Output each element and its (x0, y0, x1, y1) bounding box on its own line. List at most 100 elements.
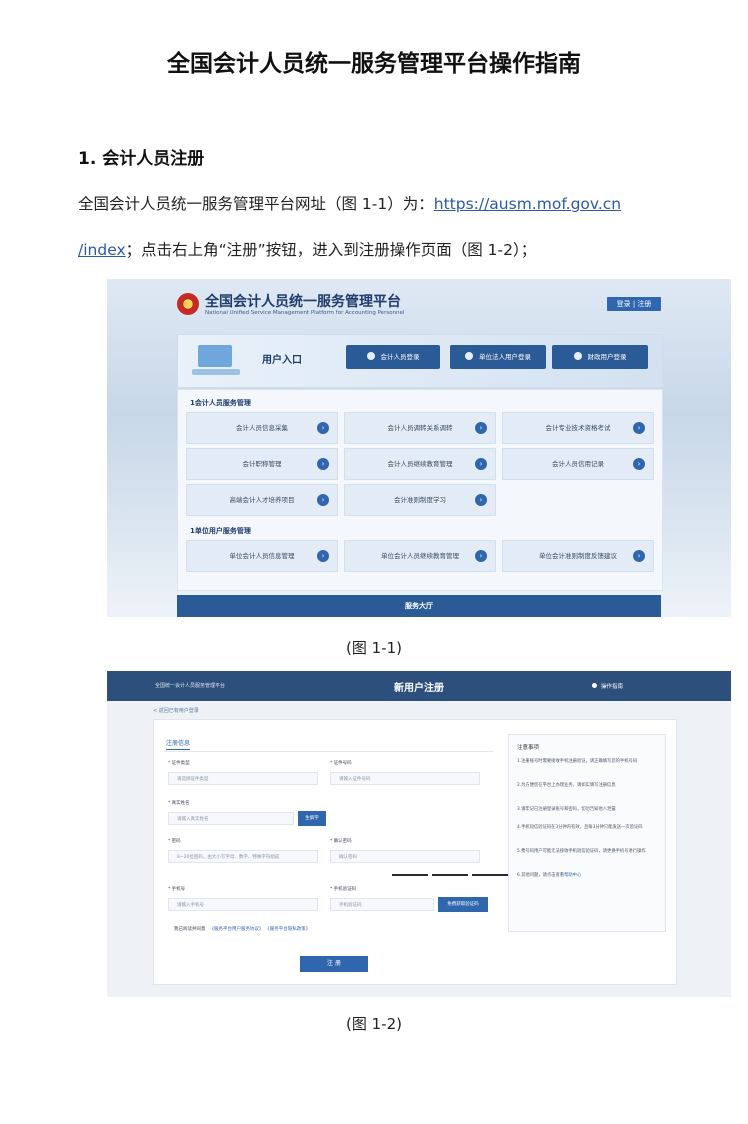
service-tile[interactable]: 会计人员信息采集 › (186, 412, 338, 444)
arrow-right-icon: › (317, 494, 329, 506)
tile-label: 会计准则制度学习 (394, 496, 446, 504)
button-label: 财政用户登录 (587, 353, 627, 361)
id-number-label: * 证件号码 (330, 761, 352, 766)
group-title-unit: 1单位用户服务管理 (190, 527, 251, 535)
phone-label: * 手机号 (168, 887, 186, 892)
service-agreement-link[interactable]: 《服务平台用户服务协议》 (210, 927, 264, 932)
password-input[interactable]: 8~20位密码，由大小写字母、数字、特殊字符组成 (168, 850, 318, 863)
arrow-right-icon: › (317, 458, 329, 470)
button-label: 会计人员登录 (380, 353, 420, 361)
divider (164, 751, 494, 752)
arrow-right-icon: › (475, 494, 487, 506)
arrow-right-icon: › (633, 422, 645, 434)
tile-label: 会计人员信用记录 (552, 460, 604, 468)
service-tile[interactable]: 会计专业技术资格考试 › (502, 412, 654, 444)
finance-login-button[interactable]: 财政用户登录 (552, 345, 648, 369)
document-title: 全国会计人员统一服务管理平台操作指南 (167, 51, 581, 77)
figure-caption-2: (图 1-2) (346, 1015, 402, 1033)
tile-label: 高端会计人才培养项目 (229, 496, 295, 504)
operation-guide-link[interactable]: 操作指南 (591, 682, 623, 690)
service-tile[interactable]: 单位会计人员信息管理 › (186, 540, 338, 572)
user-entry-label: 用户入口 (262, 355, 302, 366)
password-strength-bar (392, 874, 428, 876)
note-item: 1.注册账号时需要接收手机注册验证，请正确填写您的手机号码 (517, 759, 638, 764)
service-hall-bar[interactable]: 服务大厅 (177, 595, 661, 617)
tile-label: 单位会计人员信息管理 (229, 552, 295, 560)
service-tile[interactable]: 单位会计准则制度反馈建议 › (502, 540, 654, 572)
paragraph-text-2: ；点击右上角“注册”按钮，进入到注册操作页面（图 1-2）； (125, 241, 537, 259)
tile-label: 单位会计人员继续教育管理 (381, 552, 459, 560)
password-strength-bar (432, 874, 468, 876)
note-item: 3.请牢记已注册登录账号和密码，切勿告知他人泄露 (517, 807, 616, 812)
help-center-link[interactable]: 帮助中心 (564, 873, 581, 878)
note-text: 6.其他问题，请点击查看 (517, 873, 565, 878)
chart-icon (465, 352, 473, 360)
tile-label: 会计人员信息采集 (236, 424, 288, 432)
back-to-login-link[interactable]: < 返回已有用户登录 (153, 707, 199, 714)
login-register-button[interactable]: 登录 | 注册 (607, 297, 661, 311)
privacy-policy-link[interactable]: 《服务平台隐私政策》 (268, 927, 311, 932)
unit-login-button[interactable]: 单位法人用户登录 (450, 345, 546, 369)
arrow-right-icon: › (633, 458, 645, 470)
sms-code-label: * 手机验证码 (330, 887, 357, 892)
paragraph-text: 全国会计人员统一服务管理平台网址（图 1-1）为： (78, 195, 434, 213)
figure-1-1-screenshot: 全国会计人员统一服务管理平台 National Unified Service … (107, 279, 731, 617)
platform-header: 全国会计人员统一服务管理平台 National Unified Service … (177, 289, 661, 329)
guide-label: 操作指南 (600, 684, 623, 690)
service-tile[interactable]: 会计职称管理 › (186, 448, 338, 480)
note-item: 5.费号码用户可能无法接收手机短信验证码，请更换手机号进行操作 (517, 849, 646, 854)
notes-title: 注意事项 (517, 745, 540, 751)
info-icon (591, 683, 597, 688)
agreement-row[interactable]: 我已阅读并同意 《服务平台用户服务协议》 《服务平台隐私政策》 (174, 926, 310, 932)
confirm-password-label: * 确认密码 (330, 839, 352, 844)
arrow-right-icon: › (317, 422, 329, 434)
arrow-right-icon: › (317, 550, 329, 562)
platform-title: 全国会计人员统一服务管理平台 (205, 294, 401, 310)
tile-label: 会计人员调转关系调转 (387, 424, 453, 432)
id-type-label: * 证件类型 (168, 761, 190, 766)
password-strength-bar (472, 874, 508, 876)
id-type-select[interactable]: 请选择证件类型 (168, 772, 318, 785)
sms-code-input[interactable]: 手机验证码 (330, 898, 434, 911)
id-number-input[interactable]: 请输入证件号码 (330, 772, 480, 785)
tile-label: 单位会计准则制度反馈建议 (539, 552, 617, 560)
real-name-label: * 真实姓名 (168, 801, 190, 806)
agreement-text: 我已阅读并同意 (174, 927, 206, 932)
arrow-right-icon: › (475, 458, 487, 470)
service-tile[interactable]: 会计准则制度学习 › (344, 484, 496, 516)
tile-label: 会计人员继续教育管理 (387, 460, 453, 468)
arrow-right-icon: › (475, 550, 487, 562)
arrow-right-icon: › (633, 550, 645, 562)
tab-registration-info[interactable]: 注册信息 (166, 738, 191, 750)
notes-panel: 注意事项 1.注册账号时需要接收手机注册验证，请正确填写您的手机号码 2.为方便… (508, 734, 666, 932)
service-tile[interactable]: 会计人员信用记录 › (502, 448, 654, 480)
computer-illustration-icon (188, 341, 244, 379)
service-tile[interactable]: 会计人员调转关系调转 › (344, 412, 496, 444)
paragraph-line-1: 全国会计人员统一服务管理平台网址（图 1-1）为：https://ausm.mo… (78, 192, 708, 216)
registration-header-bar: 全国统一会计人员服务管理平台 新用户注册 操作指南 (107, 671, 731, 701)
user-icon (573, 352, 582, 360)
url-link-part2[interactable]: /index (78, 241, 126, 259)
note-item: 2.为方便您在平台上办理业务，请如实填写注册信息 (517, 783, 616, 788)
figure-1-2-screenshot: 全国统一会计人员服务管理平台 新用户注册 操作指南 < 返回已有用户登录 注册信… (107, 671, 731, 997)
rare-character-button[interactable]: 生僻字 (298, 811, 326, 826)
service-tile[interactable]: 单位会计人员继续教育管理 › (344, 540, 496, 572)
accountant-login-button[interactable]: 会计人员登录 (346, 345, 440, 369)
note-item: 4.手机短信验证码在3分钟内有效，且每3分钟只能发送一次验证码 (517, 825, 643, 830)
arrow-right-icon: › (475, 422, 487, 434)
phone-input[interactable]: 请输入手机号 (168, 898, 318, 911)
real-name-input[interactable]: 请输入真实姓名 (168, 812, 294, 825)
register-submit-button[interactable]: 注 册 (300, 956, 368, 972)
registration-title: 新用户注册 (394, 683, 444, 694)
figure-caption-1: (图 1-1) (346, 639, 402, 657)
service-tile[interactable]: 会计人员继续教育管理 › (344, 448, 496, 480)
tile-label: 会计职称管理 (242, 460, 282, 468)
user-entry-bar: 用户入口 会计人员登录 单位法人用户登录 财政用户登录 (177, 334, 663, 388)
group-title-accountant: 1会计人员服务管理 (190, 399, 251, 407)
service-tile[interactable]: 高端会计人才培养项目 › (186, 484, 338, 516)
confirm-password-input[interactable]: 确认密码 (330, 850, 480, 863)
user-icon (366, 352, 375, 360)
get-code-button[interactable]: 免费获取验证码 (438, 897, 488, 912)
url-link-part1[interactable]: https://ausm.mof.gov.cn (434, 195, 621, 213)
password-label: * 密码 (168, 839, 181, 844)
